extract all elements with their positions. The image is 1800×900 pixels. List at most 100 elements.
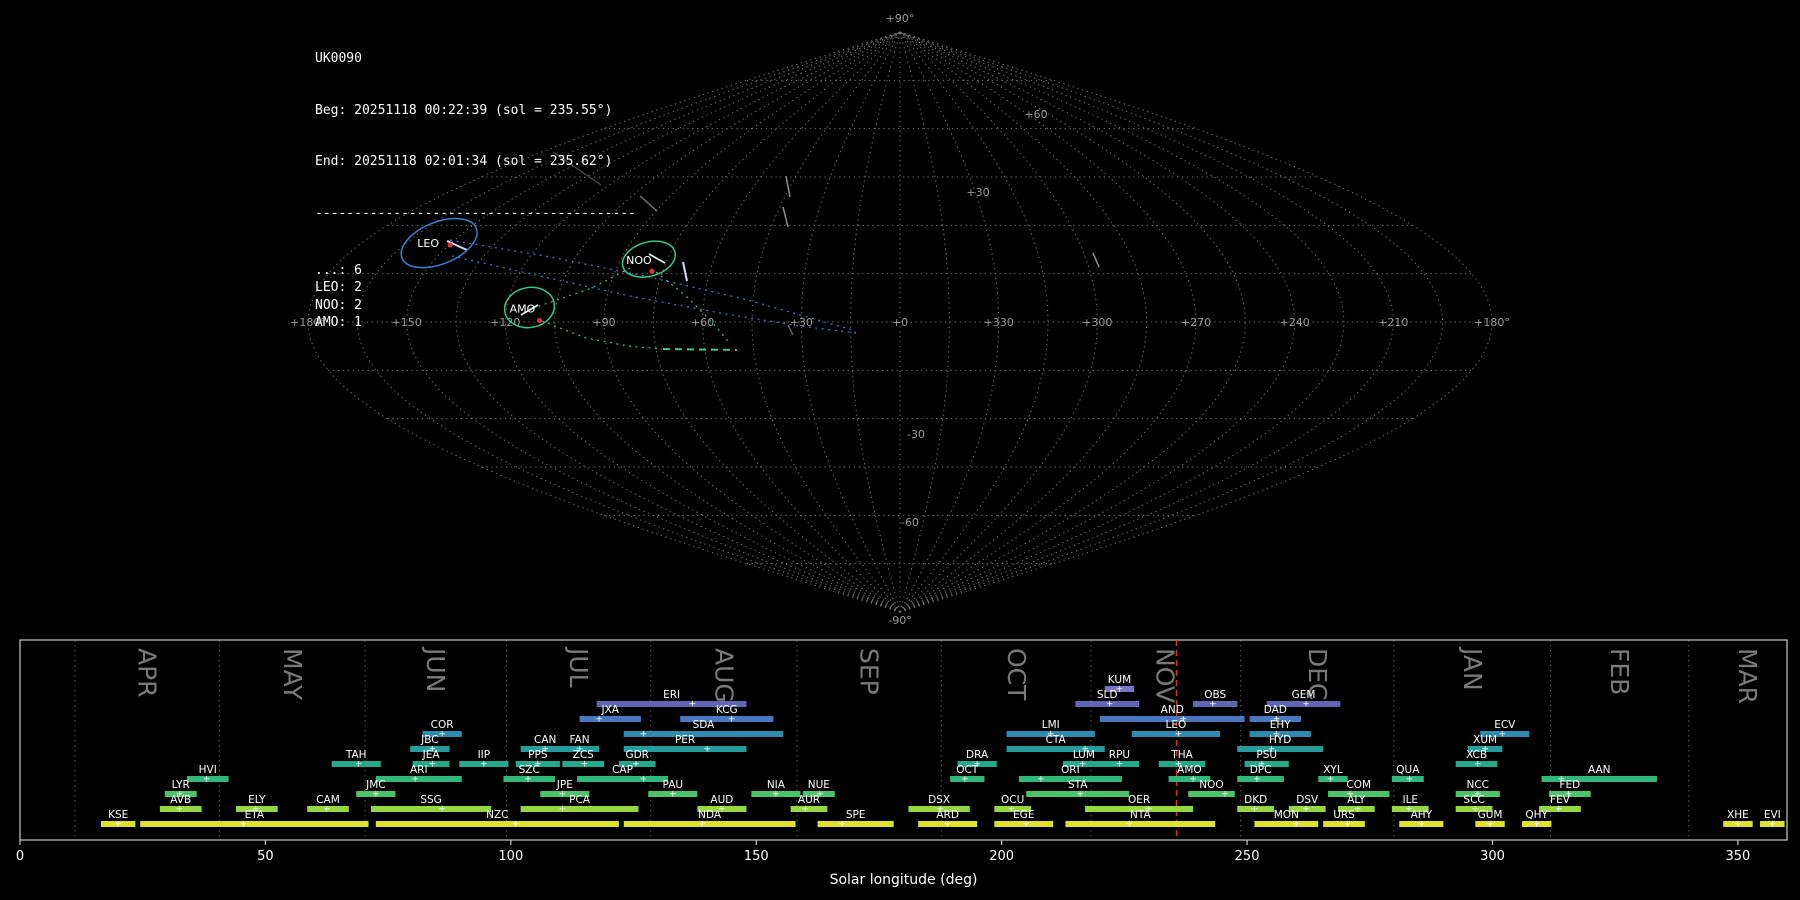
- shower-label-JEA: JEA: [422, 749, 441, 761]
- lat-label: -60: [901, 516, 919, 529]
- shower-peak-ALY: +: [1354, 805, 1362, 815]
- shower-label-COM: COM: [1346, 779, 1371, 791]
- shower-peak-NTA: +: [1126, 820, 1134, 830]
- shower-bar-SPE: [817, 821, 894, 827]
- shower-peak-EVI: +: [1769, 820, 1777, 830]
- month-label-JUN: JUN: [421, 646, 450, 692]
- lon-label: +300: [1082, 316, 1112, 329]
- shower-peak-SLD: +: [1106, 700, 1114, 710]
- shower-peak-GUM: +: [1486, 820, 1494, 830]
- month-label-JUL: JUL: [564, 646, 593, 688]
- shower-bar-NDA: [623, 821, 796, 827]
- x-tick-label: 0: [16, 849, 24, 864]
- shower-peak-LEO: +: [1175, 730, 1183, 740]
- shower-label-LUM: LUM: [1073, 749, 1095, 761]
- shower-peak-XCB: +: [1474, 760, 1482, 770]
- shower-label-JPE: JPE: [556, 779, 573, 791]
- count-...: ...: 6: [315, 263, 362, 279]
- month-label-OCT: OCT: [1002, 648, 1031, 701]
- shower-peak-AVB: +: [176, 805, 184, 815]
- shower-label-PER: PER: [675, 734, 695, 746]
- shower-bar-CAP: [577, 776, 668, 782]
- shower-label-GUM: GUM: [1478, 809, 1503, 821]
- month-label-SEP: SEP: [855, 648, 884, 695]
- shower-peak-FEV: +: [1555, 805, 1563, 815]
- shower-peak-QHY: +: [1533, 820, 1541, 830]
- shower-label-SDA: SDA: [693, 719, 716, 731]
- x-tick-label: 150: [744, 849, 769, 864]
- observation-end: End: 20251118 02:01:34 (sol = 235.62°): [315, 154, 613, 170]
- month-label-AUG: AUG: [709, 648, 738, 703]
- x-tick-label: 250: [1235, 849, 1260, 864]
- shower-label-PPS: PPS: [528, 749, 548, 761]
- shower-bar-HYD: [1237, 746, 1324, 752]
- shower-peak-ZCS: +: [581, 760, 589, 770]
- shower-peak-ECV: +: [1499, 730, 1507, 740]
- month-label-NOV: NOV: [1151, 648, 1180, 703]
- shower-peak-DSV: +: [1302, 805, 1310, 815]
- shower-peak-NOO: +: [1221, 790, 1229, 800]
- meteor-trail: [682, 261, 688, 282]
- shower-peak-RPU: +: [1116, 760, 1124, 770]
- shower-peak-ETA: +: [240, 820, 248, 830]
- shower-label-DSV: DSV: [1296, 794, 1319, 806]
- shower-label-STA: STA: [1068, 779, 1088, 791]
- radiant-dot-NOO: [649, 268, 655, 274]
- shower-label-XUM: XUM: [1473, 734, 1497, 746]
- shower-bar-SDA: [623, 731, 784, 737]
- shower-peak-KCG: +: [728, 715, 736, 725]
- shower-label-NOO: NOO: [1199, 779, 1223, 791]
- shower-peak-ERI: +: [689, 700, 697, 710]
- shower-bar-SSG: [370, 806, 492, 812]
- lon-label: +240: [1280, 316, 1310, 329]
- shower-label-OER: OER: [1128, 794, 1150, 806]
- info-panel: UK0090 Beg: 20251118 00:22:39 (sol = 235…: [315, 16, 636, 348]
- shower-label-RPU: RPU: [1109, 749, 1130, 761]
- meteor-observation-plot: +180° +150 +120 +90 +60 +30 +0 +330 +300 +270 +240…: [16, 12, 1788, 888]
- shower-label-LMI: LMI: [1042, 719, 1060, 731]
- shower-label-XCB: XCB: [1466, 749, 1487, 761]
- shower-label-COR: COR: [431, 719, 454, 731]
- shower-label-SSG: SSG: [420, 794, 441, 806]
- shower-peak-GDR: +: [632, 760, 640, 770]
- shower-label-EVI: EVI: [1764, 809, 1781, 821]
- shower-peak-CAP: +: [640, 775, 648, 785]
- shower-label-HVI: HVI: [199, 764, 217, 776]
- shower-label-QUA: QUA: [1396, 764, 1420, 776]
- shower-peak-TAH: +: [355, 760, 363, 770]
- shower-label-AHY: AHY: [1411, 809, 1433, 821]
- lon-label: +180°: [1474, 316, 1510, 329]
- month-label-MAY: MAY: [278, 648, 307, 701]
- month-label-APR: APR: [133, 648, 162, 698]
- shower-label-QHY: QHY: [1525, 809, 1548, 821]
- shower-label-KUM: KUM: [1108, 674, 1131, 686]
- shower-peak-GEM: +: [1302, 700, 1310, 710]
- lat-label: +60: [1024, 108, 1047, 121]
- shower-peak-PCA: +: [559, 805, 567, 815]
- shower-label-MON: MON: [1274, 809, 1299, 821]
- shower-label-URS: URS: [1333, 809, 1355, 821]
- shower-peak-DKD: +: [1251, 805, 1259, 815]
- lon-label: +60: [691, 316, 714, 329]
- shower-bar-PCA: [520, 806, 639, 812]
- shower-label-SLD: SLD: [1097, 689, 1118, 701]
- amo-track: [662, 348, 738, 351]
- shower-peak-SSG: +: [438, 805, 446, 815]
- x-tick-label: 100: [498, 849, 523, 864]
- shower-label-FEV: FEV: [1550, 794, 1571, 806]
- shower-peak-SZC: +: [524, 775, 532, 785]
- count-LEO: LEO: 2: [315, 280, 362, 296]
- shower-label-DAD: DAD: [1264, 704, 1287, 716]
- x-tick-label: 300: [1480, 849, 1505, 864]
- shower-label-NZC: NZC: [486, 809, 508, 821]
- shower-label-NCC: NCC: [1467, 779, 1490, 791]
- shower-label-PAU: PAU: [663, 779, 684, 791]
- shower-label-THA: THA: [1170, 749, 1193, 761]
- shower-peak-AMO: +: [1189, 775, 1197, 785]
- shower-bar-JXA: [579, 716, 641, 722]
- shower-label-PCA: PCA: [569, 794, 591, 806]
- shower-label-NTA: NTA: [1130, 809, 1151, 821]
- shower-peak-PAU: +: [669, 790, 677, 800]
- shower-label-KCG: KCG: [716, 704, 738, 716]
- shower-label-HYD: HYD: [1269, 734, 1291, 746]
